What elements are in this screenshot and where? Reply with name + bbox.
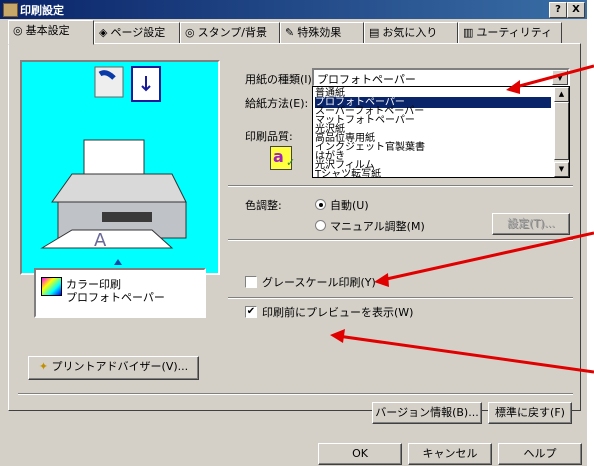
- annotation-arrow-grayscale: [381, 231, 594, 282]
- annotation-arrow-preview: [337, 334, 594, 374]
- basic-icon: ◎: [13, 24, 23, 37]
- arrowhead-icon: [506, 80, 520, 94]
- arrowhead-icon: [374, 273, 389, 287]
- arrowhead-icon: [330, 329, 345, 343]
- annotation-arrow-media: [511, 64, 594, 90]
- annotation-overlay: [330, 64, 594, 374]
- tab-basic[interactable]: ◎ 基本設定: [8, 20, 94, 45]
